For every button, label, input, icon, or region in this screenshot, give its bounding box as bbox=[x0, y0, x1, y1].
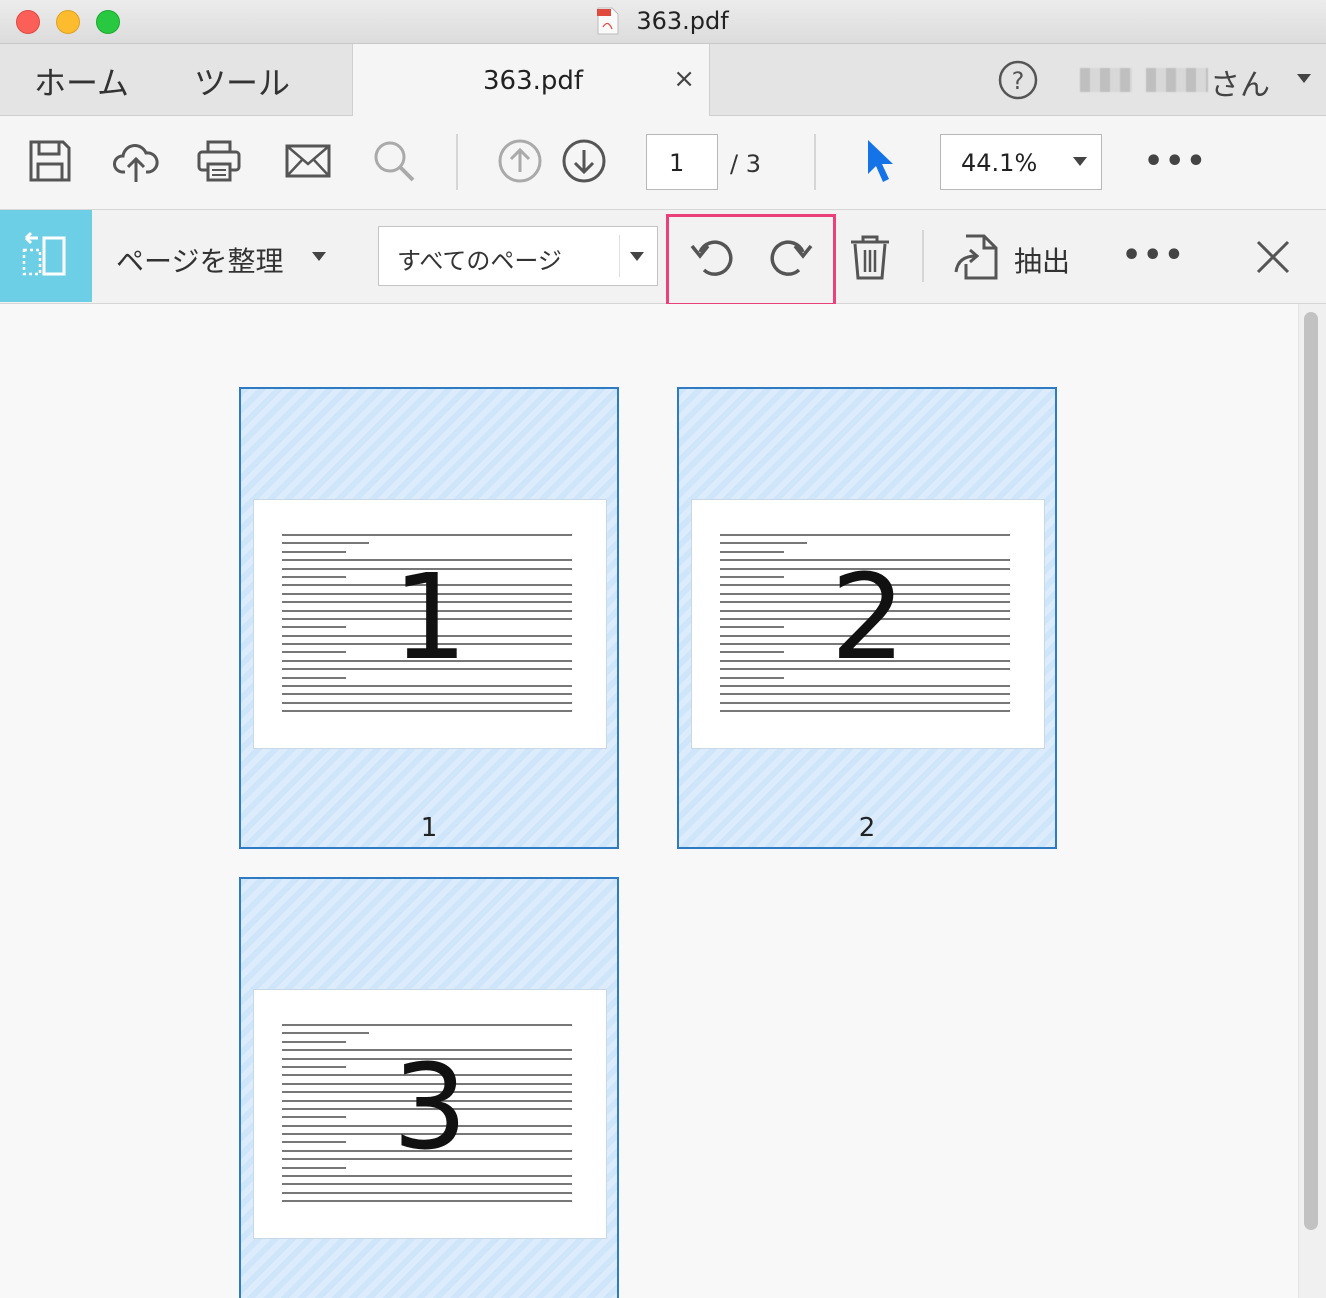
organize-pages-bar: ページを整理 すべてのページ 抽出 ••• bbox=[0, 210, 1326, 306]
chevron-down-icon bbox=[1073, 157, 1087, 166]
cloud-upload-icon[interactable] bbox=[113, 138, 159, 184]
email-icon[interactable] bbox=[285, 138, 331, 184]
window-title: 363.pdf bbox=[636, 7, 729, 35]
page-range-value: すべてのページ bbox=[397, 247, 562, 275]
page-down-icon[interactable] bbox=[561, 138, 607, 184]
window-titlebar: 363.pdf bbox=[0, 0, 1326, 44]
question-circle-icon[interactable]: ? bbox=[998, 60, 1038, 100]
toolbar-divider bbox=[922, 230, 924, 282]
page-number-label: 1 bbox=[420, 813, 438, 843]
page-big-number: 1 bbox=[392, 548, 468, 686]
chevron-down-icon[interactable] bbox=[312, 252, 326, 261]
organize-pages-label[interactable]: ページを整理 bbox=[116, 240, 283, 280]
page-range-select[interactable]: すべてのページ bbox=[378, 226, 658, 286]
close-icon[interactable] bbox=[1248, 232, 1298, 282]
page-number-label: 2 bbox=[858, 813, 876, 843]
trash-icon[interactable] bbox=[845, 232, 895, 282]
user-name-redacted bbox=[1146, 68, 1208, 92]
organize-pages-icon bbox=[22, 231, 66, 276]
page-thumbnail[interactable]: 11 bbox=[239, 387, 619, 849]
tab-bar: ホーム ツール 363.pdf × ? さん bbox=[0, 44, 1326, 116]
close-tab-icon[interactable]: × bbox=[673, 64, 695, 94]
page-preview: 2 bbox=[691, 499, 1045, 749]
user-name-redacted bbox=[1080, 68, 1132, 92]
page-thumbnail[interactable]: 22 bbox=[677, 387, 1057, 849]
page-preview: 3 bbox=[253, 989, 607, 1239]
extract-label[interactable]: 抽出 bbox=[1014, 240, 1070, 280]
page-big-number: 3 bbox=[392, 1038, 468, 1176]
page-big-number: 2 bbox=[830, 548, 906, 686]
extract-pages-icon[interactable] bbox=[952, 232, 1002, 282]
page-total: / 3 bbox=[730, 150, 761, 178]
page-number-input[interactable]: 1 bbox=[646, 134, 718, 190]
chevron-down-icon[interactable] bbox=[1297, 74, 1311, 83]
page-preview: 1 bbox=[253, 499, 607, 749]
tab-document[interactable]: 363.pdf × bbox=[352, 44, 710, 116]
toolbar-divider bbox=[814, 134, 816, 190]
chevron-down-icon bbox=[630, 252, 644, 261]
page-thumbnail[interactable]: 33 bbox=[239, 877, 619, 1298]
select-pointer-icon[interactable] bbox=[858, 138, 904, 184]
document-tab-label: 363.pdf bbox=[483, 66, 584, 96]
save-icon[interactable] bbox=[27, 138, 73, 184]
search-icon[interactable] bbox=[371, 138, 417, 184]
svg-text:?: ? bbox=[1012, 67, 1025, 95]
organize-pages-tool-button[interactable] bbox=[0, 210, 92, 302]
scrollbar-thumb[interactable] bbox=[1304, 312, 1318, 1230]
toolbar-divider bbox=[456, 134, 458, 190]
organize-more-button[interactable]: ••• bbox=[1122, 238, 1186, 273]
tab-tools[interactable]: ツール bbox=[194, 58, 290, 104]
zoom-select[interactable]: 44.1% bbox=[940, 134, 1102, 190]
page-up-icon[interactable] bbox=[497, 138, 543, 184]
page-thumbnails-area: 112233 bbox=[0, 304, 1326, 1298]
tab-home[interactable]: ホーム bbox=[34, 58, 129, 104]
rotate-counterclockwise-icon[interactable] bbox=[688, 232, 738, 282]
more-options-button[interactable]: ••• bbox=[1144, 144, 1208, 179]
print-icon[interactable] bbox=[196, 138, 242, 184]
main-toolbar: 1 / 3 44.1% ••• bbox=[0, 116, 1326, 210]
pdf-file-icon bbox=[597, 7, 619, 35]
user-name-suffix[interactable]: さん bbox=[1210, 60, 1270, 104]
rotate-clockwise-icon[interactable] bbox=[765, 232, 815, 282]
zoom-value: 44.1% bbox=[961, 149, 1038, 177]
select-divider bbox=[619, 235, 620, 277]
